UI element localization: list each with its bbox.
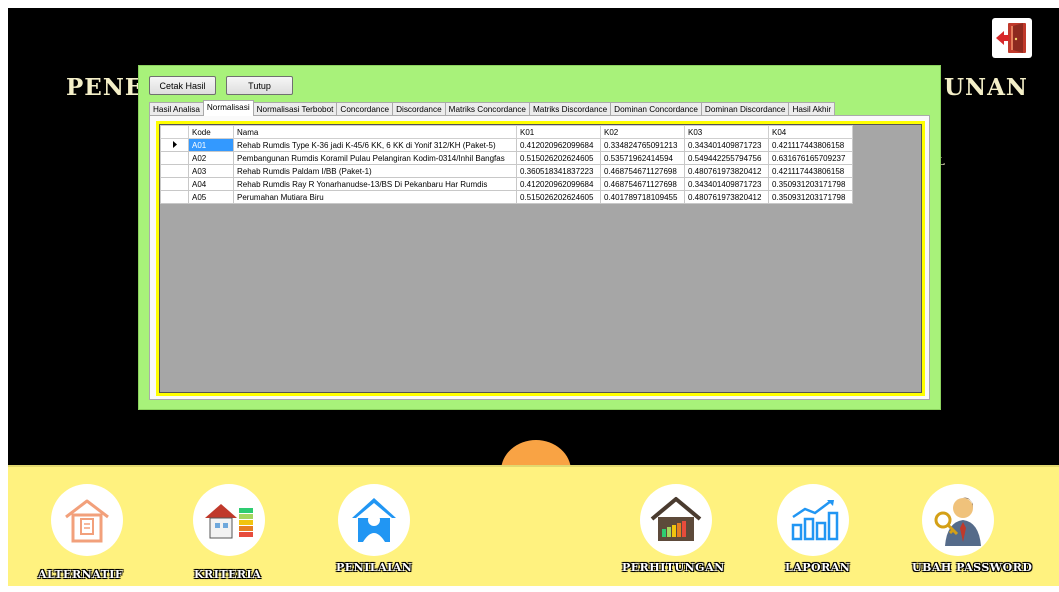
table-row[interactable]: A05 Perumahan Mutiara Biru 0.51502620262… bbox=[160, 190, 853, 204]
close-button[interactable]: Tutup bbox=[226, 76, 293, 95]
table-cell[interactable]: 0.401789718109455 bbox=[600, 190, 685, 204]
tab-matriks-concordance[interactable]: Matriks Concordance bbox=[444, 102, 530, 116]
tab-hasil-analisa[interactable]: Hasil Analisa bbox=[149, 102, 204, 116]
table-header-row: Kode Nama K01 K02 K03 K04 bbox=[160, 125, 853, 139]
table-cell[interactable]: 0.53571962414594 bbox=[600, 151, 685, 165]
main-menu-bar: ALTERNATIF KRITERIA PENILAIAN PERHITUNGA… bbox=[8, 465, 1059, 586]
exit-door-icon bbox=[996, 23, 1026, 53]
table-cell[interactable]: A03 bbox=[188, 164, 234, 178]
change-password-user-key-icon bbox=[922, 484, 994, 556]
table-row[interactable]: A01 Rehab Rumdis Type K-36 jadi K-45/6 K… bbox=[160, 138, 853, 152]
tab-hasil-akhir[interactable]: Hasil Akhir bbox=[788, 102, 836, 116]
tab-discordance[interactable]: Discordance bbox=[392, 102, 446, 116]
column-header-k03[interactable]: K03 bbox=[684, 125, 769, 139]
table-row[interactable]: A03 Rehab Rumdis Paldam I/BB (Paket-1) 0… bbox=[160, 164, 853, 178]
table-cell[interactable]: 0.631676165709237 bbox=[768, 151, 853, 165]
column-header-k02[interactable]: K02 bbox=[600, 125, 685, 139]
table-cell[interactable]: A02 bbox=[188, 151, 234, 165]
tab-normalisasi[interactable]: Normalisasi bbox=[202, 100, 254, 116]
calculation-energy-house-icon bbox=[640, 484, 712, 556]
column-header-nama[interactable]: Nama bbox=[233, 125, 517, 139]
report-bar-chart-icon bbox=[777, 484, 849, 556]
normalisasi-panel: Kode Nama K01 K02 K03 K04 A01 Rehab Rumd… bbox=[149, 115, 930, 400]
table-cell[interactable]: Pembangunan Rumdis Koramil Pulau Pelangi… bbox=[233, 151, 517, 165]
menu-perhitungan[interactable]: PERHITUNGAN bbox=[618, 467, 748, 588]
grid-frame: Kode Nama K01 K02 K03 K04 A01 Rehab Rumd… bbox=[156, 121, 925, 396]
table-cell[interactable]: 0.360518341837223 bbox=[516, 164, 601, 178]
table-cell[interactable]: A04 bbox=[188, 177, 234, 191]
menu-alternatif[interactable]: ALTERNATIF bbox=[12, 467, 132, 588]
alternative-document-icon bbox=[51, 484, 123, 556]
table-cell[interactable]: 0.343401409871723 bbox=[684, 177, 769, 191]
table-cell[interactable]: Perumahan Mutiara Biru bbox=[233, 190, 517, 204]
tab-concordance[interactable]: Concordance bbox=[336, 102, 394, 116]
menu-kriteria[interactable]: KRITERIA bbox=[184, 467, 294, 588]
menu-laporan-label: LAPORAN bbox=[785, 561, 851, 574]
print-result-button[interactable]: Cetak Hasil bbox=[149, 76, 216, 95]
table-cell[interactable]: 0.412020962099684 bbox=[516, 138, 601, 152]
table-cell[interactable]: 0.343401409871723 bbox=[684, 138, 769, 152]
table-cell[interactable]: 0.334824765091213 bbox=[600, 138, 685, 152]
tab-normalisasi-terbobot[interactable]: Normalisasi Terbobot bbox=[252, 102, 338, 116]
row-header[interactable] bbox=[160, 190, 189, 204]
menu-ubah-password[interactable]: UBAH PASSWORD bbox=[908, 467, 1058, 588]
table-cell[interactable]: 0.468754671127698 bbox=[600, 164, 685, 178]
row-header[interactable] bbox=[160, 177, 189, 191]
column-header-k01[interactable]: K01 bbox=[516, 125, 601, 139]
table-cell[interactable]: Rehab Rumdis Paldam I/BB (Paket-1) bbox=[233, 164, 517, 178]
table-cell[interactable]: 0.350931203171798 bbox=[768, 190, 853, 204]
normalization-table: Kode Nama K01 K02 K03 K04 A01 Rehab Rumd… bbox=[160, 125, 853, 204]
tab-dominan-discordance[interactable]: Dominan Discordance bbox=[700, 102, 790, 116]
row-header-corner bbox=[160, 125, 189, 139]
table-cell[interactable]: A01 bbox=[188, 138, 234, 152]
menu-perhitungan-label: PERHITUNGAN bbox=[622, 561, 725, 574]
row-header[interactable] bbox=[160, 164, 189, 178]
tab-dominan-concordance[interactable]: Dominan Concordance bbox=[610, 102, 702, 116]
table-cell[interactable]: 0.515026202624605 bbox=[516, 151, 601, 165]
table-row[interactable]: A02 Pembangunan Rumdis Koramil Pulau Pel… bbox=[160, 151, 853, 165]
tab-strip: Hasil Analisa Normalisasi Normalisasi Te… bbox=[149, 100, 836, 116]
table-cell[interactable]: 0.515026202624605 bbox=[516, 190, 601, 204]
table-cell[interactable]: 0.468754671127698 bbox=[600, 177, 685, 191]
menu-penilaian-label: PENILAIAN bbox=[336, 561, 413, 574]
background-title-right: UNAN bbox=[944, 74, 1028, 101]
menu-laporan[interactable]: LAPORAN bbox=[773, 467, 883, 588]
menu-ubah-password-label: UBAH PASSWORD bbox=[912, 561, 1033, 574]
tab-matriks-discordance[interactable]: Matriks Discordance bbox=[528, 102, 612, 116]
menu-kriteria-label: KRITERIA bbox=[194, 568, 262, 581]
background-title-left: PENE bbox=[66, 74, 144, 101]
table-cell[interactable]: 0.421117443806158 bbox=[768, 138, 853, 152]
table-row[interactable]: A04 Rehab Rumdis Ray R Yonarhanudse-13/B… bbox=[160, 177, 853, 191]
menu-alternatif-label: ALTERNATIF bbox=[38, 568, 124, 581]
row-header[interactable] bbox=[160, 151, 189, 165]
assessment-person-house-icon bbox=[338, 484, 410, 556]
column-header-kode[interactable]: Kode bbox=[188, 125, 234, 139]
table-cell[interactable]: Rehab Rumdis Type K-36 jadi K-45/6 KK, 6… bbox=[233, 138, 517, 152]
table-cell[interactable]: A05 bbox=[188, 190, 234, 204]
energy-criteria-house-icon bbox=[193, 484, 265, 556]
column-header-k04[interactable]: K04 bbox=[768, 125, 853, 139]
table-cell[interactable]: 0.350931203171798 bbox=[768, 177, 853, 191]
table-cell[interactable]: 0.412020962099684 bbox=[516, 177, 601, 191]
result-dialog: Cetak Hasil Tutup Hasil Analisa Normalis… bbox=[138, 65, 941, 410]
table-cell[interactable]: 0.480761973820412 bbox=[684, 190, 769, 204]
table-cell[interactable]: 0.421117443806158 bbox=[768, 164, 853, 178]
table-cell[interactable]: 0.549442255794756 bbox=[684, 151, 769, 165]
menu-penilaian[interactable]: PENILAIAN bbox=[328, 467, 438, 588]
table-cell[interactable]: Rehab Rumdis Ray R Yonarhanudse-13/BS Di… bbox=[233, 177, 517, 191]
table-cell[interactable]: 0.480761973820412 bbox=[684, 164, 769, 178]
exit-button[interactable] bbox=[992, 18, 1032, 58]
current-row-indicator-icon bbox=[160, 138, 189, 152]
data-grid[interactable]: Kode Nama K01 K02 K03 K04 A01 Rehab Rumd… bbox=[159, 124, 922, 393]
